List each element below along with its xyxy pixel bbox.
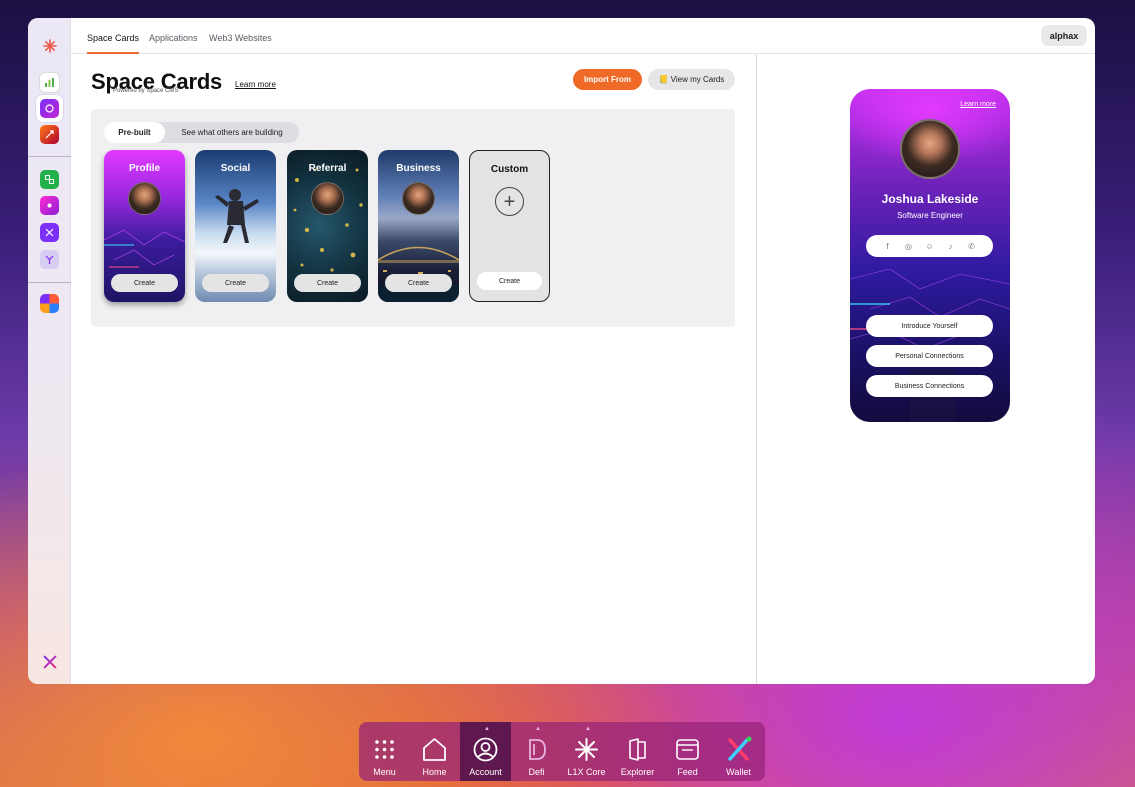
template-card-referral[interactable]: Referral Create [287, 150, 368, 302]
account-icon [473, 737, 498, 762]
dock-l1x-core[interactable]: ▲ L1X Core [561, 722, 612, 781]
l1x-logo-icon[interactable] [40, 36, 59, 55]
template-card-profile[interactable]: Profile Create [104, 150, 185, 302]
profile-name: Joshua Lakeside [881, 192, 979, 206]
l1x-bottom-logo-icon[interactable] [40, 652, 59, 671]
dock-explorer[interactable]: Explorer [612, 722, 663, 781]
dock-label: Home [422, 767, 447, 777]
grid-icon [375, 740, 394, 759]
rocket-app-icon[interactable] [40, 125, 59, 144]
panel-divider [756, 54, 757, 684]
main-content: Space Cards Powered by Space CMS Learn m… [71, 54, 756, 684]
view-my-cards-button[interactable]: 📒 View my Cards [648, 69, 735, 90]
card-preview: Learn more Joshua Lakeside Software Engi… [850, 89, 1010, 422]
dock-label: Account [469, 767, 502, 777]
dock-label: Menu [373, 767, 396, 777]
segment-pre-built[interactable]: Pre-built [104, 122, 165, 143]
tiktok-icon[interactable]: ♪ [945, 242, 957, 251]
profile-avatar [900, 119, 960, 179]
tab-web3-websites[interactable]: Web3 Websites [209, 33, 272, 54]
avatar [311, 182, 344, 215]
personal-connections-button[interactable]: Personal Connections [866, 345, 993, 367]
card-title: Profile [128, 163, 161, 174]
l1x-app-icon[interactable] [40, 223, 59, 242]
chart-app-icon[interactable] [40, 73, 59, 92]
instagram-icon[interactable]: ◎ [903, 242, 915, 251]
facebook-icon[interactable]: f [882, 242, 894, 251]
sidebar [28, 18, 71, 684]
plus-circle-icon[interactable]: + [495, 187, 524, 216]
tab-applications[interactable]: Applications [149, 33, 198, 54]
dock-label: Explorer [620, 767, 655, 777]
segment-see-others[interactable]: See what others are building [165, 122, 299, 143]
sidebar-divider [28, 156, 71, 157]
create-button[interactable]: Create [294, 274, 361, 292]
template-card-business[interactable]: Business Create [378, 150, 459, 302]
dock-home[interactable]: Home [409, 722, 460, 781]
notebook-icon: 📒 [658, 75, 669, 84]
defi-icon [529, 739, 546, 760]
dock-defi[interactable]: ▲ Defi [511, 722, 562, 781]
indicator: ▲ [585, 726, 591, 732]
sidebar-divider [28, 282, 71, 283]
dock-menu[interactable]: Menu [359, 722, 410, 781]
powered-by-text: Powered by Space CMS [113, 88, 179, 94]
import-from-button[interactable]: Import From [573, 69, 642, 90]
mosaic-app-icon[interactable] [40, 294, 59, 313]
nft-app-icon[interactable] [40, 196, 59, 215]
avatar [402, 182, 435, 215]
swap-app-icon[interactable] [40, 250, 59, 269]
preview-learn-more-link[interactable]: Learn more [960, 101, 996, 108]
app-window: Space Cards Applications Web3 Websites a… [28, 18, 1095, 684]
template-card-custom[interactable]: Custom + Create [469, 150, 550, 302]
dock-label: Feed [677, 767, 698, 777]
card-title: Custom [490, 164, 529, 175]
card-title: Social [220, 163, 251, 174]
top-tabs: Space Cards Applications Web3 Websites a… [71, 18, 1095, 54]
business-connections-button[interactable]: Business Connections [866, 375, 993, 397]
create-button[interactable]: Create [202, 274, 269, 292]
skydiver-image [215, 189, 259, 243]
space-cards-app-icon[interactable] [36, 95, 63, 122]
view-my-cards-label: View my Cards [670, 75, 725, 84]
template-card-social[interactable]: Social Create [195, 150, 276, 302]
active-indicator: ▲ [484, 726, 490, 732]
l1x-core-icon [575, 738, 598, 761]
dex-app-icon[interactable] [40, 170, 59, 189]
create-button[interactable]: Create [477, 272, 542, 290]
feed-icon [676, 739, 699, 760]
wallet-icon [728, 736, 752, 761]
profile-role: Software Engineer [897, 211, 963, 220]
home-icon [423, 738, 446, 761]
explorer-icon [629, 738, 646, 761]
templates-panel: Pre-built See what others are building P… [91, 109, 735, 327]
avatar [128, 182, 161, 215]
dock-account[interactable]: ▲ Account [460, 722, 511, 781]
dock-label: L1X Core [567, 767, 606, 777]
card-title: Business [396, 163, 441, 174]
dock-wallet[interactable]: Wallet [713, 722, 764, 781]
template-segment-control: Pre-built See what others are building [104, 122, 299, 143]
social-links-bar: f ◎ ☺ ♪ ✆ [866, 235, 993, 257]
create-button[interactable]: Create [111, 274, 178, 292]
snapchat-icon[interactable]: ☺ [924, 242, 936, 251]
card-title: Referral [308, 163, 347, 174]
user-menu-button[interactable]: alphax [1041, 25, 1087, 46]
learn-more-link[interactable]: Learn more [235, 80, 276, 89]
dock-label: Wallet [726, 767, 751, 777]
create-button[interactable]: Create [385, 274, 452, 292]
whatsapp-icon[interactable]: ✆ [966, 242, 978, 251]
indicator: ▲ [535, 726, 541, 732]
dock-feed[interactable]: Feed [662, 722, 713, 781]
dock: Menu Home ▲ Account ▲ Defi ▲ L1X Core Ex… [359, 722, 765, 781]
dock-label: Defi [528, 767, 545, 777]
tab-space-cards[interactable]: Space Cards [87, 33, 140, 54]
introduce-yourself-button[interactable]: Introduce Yourself [866, 315, 993, 337]
